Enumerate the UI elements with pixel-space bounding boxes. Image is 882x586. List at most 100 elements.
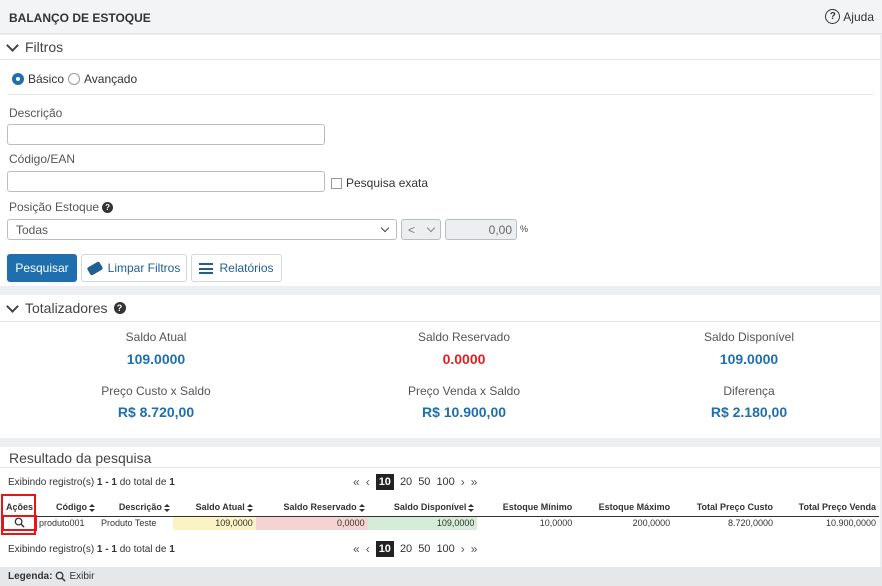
- divider: [0, 59, 880, 60]
- search-button-label: Pesquisar: [15, 261, 69, 275]
- records-info-top: Exibindo registro(s) 1 - 1 do total de 1: [8, 477, 175, 488]
- col-estoque-minimo: Estoque Mínimo: [502, 502, 573, 513]
- total-label-custo-saldo: Preço Custo x Saldo: [101, 384, 211, 398]
- col-saldo-reservado[interactable]: Saldo Reservado: [256, 499, 368, 516]
- next-page-icon[interactable]: ›: [461, 475, 465, 489]
- filters-title: Filtros: [25, 39, 64, 55]
- records-prefix: Exibindo registro(s): [8, 477, 97, 488]
- operator-value: <: [408, 222, 416, 237]
- col-saldo-atual[interactable]: Saldo Atual: [173, 499, 256, 516]
- records-total: 1: [169, 544, 175, 555]
- total-value-custo-saldo: R$ 8.720,00: [117, 404, 195, 420]
- code-label: Código/EAN: [9, 152, 76, 166]
- page-size-20[interactable]: 20: [400, 543, 412, 555]
- page-size-10[interactable]: 10: [375, 474, 394, 490]
- amount-input[interactable]: 0,00: [445, 219, 517, 240]
- cell-codigo: produto001: [39, 518, 85, 529]
- page-size-100[interactable]: 100: [436, 543, 454, 555]
- legend-view-label: Exibir: [69, 571, 95, 582]
- table-row: produto001 Produto Teste 109,0000 0,0000…: [1, 515, 879, 531]
- search-button[interactable]: Pesquisar: [7, 254, 77, 282]
- total-label-saldo-atual: Saldo Atual: [125, 330, 187, 344]
- amount-value: 0,00: [488, 222, 512, 237]
- legend-bar: Legenda: Exibir: [0, 567, 882, 586]
- cell-estoque-maximo: 200,0000: [632, 518, 671, 529]
- records-range: 1 - 1: [96, 544, 117, 555]
- total-label-diferenca: Diferença: [723, 384, 775, 398]
- mode-advanced-radio[interactable]: Avançado: [68, 72, 137, 86]
- sort-icon: [163, 503, 170, 512]
- first-page-icon[interactable]: «: [353, 542, 360, 556]
- totals-toggle[interactable]: Totalizadores ?: [6, 299, 126, 316]
- cell-saldo-atual: 109,0000: [172, 516, 256, 530]
- legend-label: Legenda:: [8, 571, 53, 582]
- mode-basic-label: Básico: [28, 72, 65, 86]
- question-icon: ?: [113, 302, 126, 314]
- highlight-box: [1, 494, 36, 535]
- clear-filters-button[interactable]: Limpar Filtros: [81, 254, 187, 282]
- cell-total-custo: 8.720,0000: [728, 518, 774, 529]
- divider: [8, 94, 874, 95]
- page-title: BALANÇO DE ESTOQUE: [9, 11, 151, 25]
- records-mid: do total de: [116, 477, 170, 488]
- records-mid: do total de: [116, 544, 170, 555]
- page-size-50[interactable]: 50: [418, 543, 430, 555]
- page-size-50[interactable]: 50: [418, 476, 430, 488]
- total-value-saldo-disponivel: 109.0000: [719, 351, 779, 367]
- operator-select[interactable]: <: [401, 219, 441, 240]
- exact-search-checkbox[interactable]: Pesquisa exata: [331, 176, 428, 190]
- description-input[interactable]: [7, 124, 325, 145]
- clear-filters-label: Limpar Filtros: [107, 261, 181, 275]
- sort-icon: [88, 503, 95, 512]
- cell-saldo-reservado: 0,0000: [255, 516, 368, 530]
- checkbox-icon: [331, 177, 342, 189]
- mode-advanced-label: Avançado: [84, 72, 138, 86]
- page-size-10[interactable]: 10: [375, 541, 394, 557]
- search-icon: [56, 571, 67, 582]
- chevron-down-icon: [380, 223, 390, 232]
- col-descricao[interactable]: Descrição: [98, 499, 173, 516]
- first-page-icon[interactable]: «: [353, 475, 360, 489]
- sort-icon: [246, 503, 253, 512]
- menu-icon: [199, 262, 214, 274]
- mode-basic-radio[interactable]: Básico: [12, 72, 64, 86]
- filters-toggle[interactable]: Filtros: [6, 38, 64, 55]
- col-codigo-label: Código: [55, 502, 87, 513]
- code-input[interactable]: [7, 171, 325, 192]
- total-value-saldo-atual: 109.0000: [126, 351, 186, 367]
- page-size-20[interactable]: 20: [400, 476, 412, 488]
- divider: [0, 321, 880, 322]
- total-label-saldo-disponivel: Saldo Disponível: [703, 330, 795, 344]
- radio-checked-icon: [12, 73, 24, 85]
- results-title: Resultado da pesquisa: [9, 450, 152, 466]
- col-total-venda: Total Preço Venda: [798, 502, 876, 513]
- total-value-diferenca: R$ 2.180,00: [710, 404, 788, 420]
- page-size-100[interactable]: 100: [436, 476, 454, 488]
- cell-saldo-disponivel: 109,0000: [367, 516, 478, 530]
- col-saldo-disponivel-label: Saldo Disponível: [393, 502, 467, 513]
- last-page-icon[interactable]: »: [471, 475, 478, 489]
- exact-search-label: Pesquisa exata: [346, 176, 429, 190]
- help-link[interactable]: ? Ajuda: [825, 9, 874, 24]
- last-page-icon[interactable]: »: [471, 542, 478, 556]
- reports-label: Relatórios: [219, 261, 274, 275]
- position-select-value: Todas: [16, 222, 49, 237]
- col-saldo-disponivel[interactable]: Saldo Disponível: [368, 499, 478, 516]
- reports-button[interactable]: Relatórios: [191, 254, 282, 282]
- prev-page-icon[interactable]: ‹: [366, 542, 370, 556]
- col-descricao-label: Descrição: [118, 502, 162, 513]
- col-codigo[interactable]: Código: [36, 499, 98, 516]
- total-label-saldo-reservado: Saldo Reservado: [417, 330, 511, 344]
- divider: [0, 467, 880, 468]
- records-info-bottom: Exibindo registro(s) 1 - 1 do total de 1: [8, 544, 175, 555]
- total-label-venda-saldo: Preço Venda x Saldo: [407, 384, 521, 398]
- prev-page-icon[interactable]: ‹: [366, 475, 370, 489]
- sort-icon: [468, 503, 475, 512]
- page-header: BALANÇO DE ESTOQUE ? Ajuda: [0, 0, 882, 34]
- chevron-down-icon: [6, 299, 19, 313]
- radio-unchecked-icon: [68, 73, 80, 85]
- records-range: 1 - 1: [96, 477, 117, 488]
- col-saldo-reservado-label: Saldo Reservado: [283, 502, 357, 513]
- next-page-icon[interactable]: ›: [461, 542, 465, 556]
- position-select[interactable]: Todas: [7, 219, 397, 240]
